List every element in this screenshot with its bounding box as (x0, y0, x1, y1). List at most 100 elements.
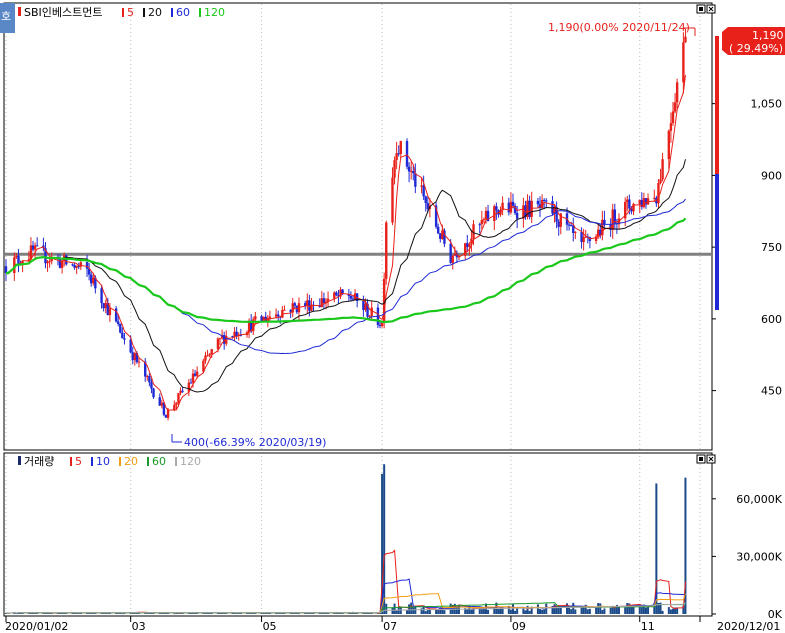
candle-body (515, 213, 519, 219)
candle-body (557, 221, 560, 227)
volume-bar (640, 606, 643, 614)
range-bar-up (715, 36, 719, 174)
volume-bar (667, 607, 670, 614)
volume-bar (202, 613, 205, 614)
candle-body (60, 261, 64, 268)
volume-close-button[interactable] (706, 454, 716, 464)
price-restore-button[interactable] (696, 4, 706, 14)
candle-body (33, 245, 37, 250)
candle-body (48, 261, 51, 263)
candle-body (414, 173, 417, 187)
candle-body (121, 332, 124, 339)
candle-body (179, 390, 182, 394)
volume-bar (368, 613, 371, 614)
volume-bar (541, 609, 544, 614)
legend-label: 20 (148, 6, 162, 19)
candle-body (173, 404, 176, 410)
candle-body (104, 302, 107, 309)
candle-body (420, 185, 423, 187)
range-bar-down (715, 174, 719, 310)
volume-panel-frame (3, 452, 713, 617)
candle-body (75, 266, 78, 268)
legend-label: 120 (204, 6, 225, 19)
candle-body (204, 355, 207, 361)
volume-bar (609, 607, 612, 614)
candle-body (675, 82, 679, 103)
candle-body (189, 382, 193, 384)
candle-body (468, 243, 471, 247)
candle-body (193, 373, 197, 376)
volume-restore-button[interactable] (696, 454, 706, 464)
volume-bar (528, 610, 531, 614)
price-close-button[interactable] (706, 4, 716, 14)
candle-body (46, 261, 49, 264)
candle-body (166, 409, 170, 418)
candle-body (380, 322, 384, 327)
candle-body (206, 355, 209, 357)
candle-body (362, 301, 365, 310)
volume-bar (524, 610, 527, 614)
candle-body (233, 331, 236, 337)
volume-bar (595, 607, 598, 614)
candle-body (536, 200, 540, 205)
candle-body (642, 198, 646, 208)
legend-swatch (199, 8, 201, 17)
y-tick-label: 750 (761, 241, 782, 254)
candle-body (89, 274, 93, 284)
volume-bar (603, 608, 606, 614)
candle-body (638, 199, 641, 204)
volume-bar (601, 610, 604, 614)
volume-bar (65, 613, 68, 614)
legend-swatch (119, 457, 121, 466)
volume-bar (472, 608, 475, 614)
candle-body (102, 303, 105, 309)
x-tick-label: 07 (383, 620, 397, 633)
current-change: ( 29.49%) (729, 42, 783, 55)
volume-bar (617, 606, 620, 614)
candle-body (333, 292, 336, 299)
volume-bar (254, 613, 257, 614)
legend-label: 5 (127, 6, 134, 19)
candle-body (466, 243, 469, 247)
vol-tick-label: 30,000K (736, 550, 782, 563)
volume-bar (557, 607, 560, 614)
volume-bar (356, 613, 359, 614)
y-tick-label: 1,050 (751, 98, 783, 111)
candle-body (480, 220, 484, 225)
candle-body (684, 36, 687, 43)
volume-bar (410, 602, 413, 614)
candle-body (667, 130, 671, 160)
volume-bar (260, 613, 263, 614)
candle-body (378, 324, 382, 327)
current-price: 1,190 (752, 29, 784, 42)
volume-bar (514, 610, 517, 614)
candle-body (322, 298, 326, 304)
price-panel-frame (3, 2, 713, 451)
candle-body (682, 42, 685, 83)
volume-bar (539, 609, 542, 614)
candle-body (281, 309, 284, 318)
volume-bar (545, 603, 548, 614)
candle-body (603, 219, 606, 225)
x-tick-label: 2020/01/02 (5, 620, 68, 633)
candle-body (628, 199, 631, 209)
candle-body (150, 382, 153, 389)
candle-body (35, 245, 39, 247)
volume-bar (487, 609, 490, 614)
candle-body (482, 219, 486, 221)
candle-body (268, 316, 272, 319)
candle-body (123, 338, 126, 340)
volume-bar (443, 610, 446, 614)
candle-body (659, 179, 662, 183)
candle-body (235, 331, 238, 336)
candle-body (15, 255, 18, 258)
candle-body (108, 308, 112, 316)
candle-body (177, 393, 180, 403)
volume-bar (516, 608, 519, 614)
volume-bar (50, 613, 53, 615)
candle-body (152, 388, 155, 398)
candle-body (412, 171, 415, 174)
volume-bar (395, 610, 398, 614)
candle-body (119, 324, 122, 333)
candle-body (146, 376, 149, 378)
